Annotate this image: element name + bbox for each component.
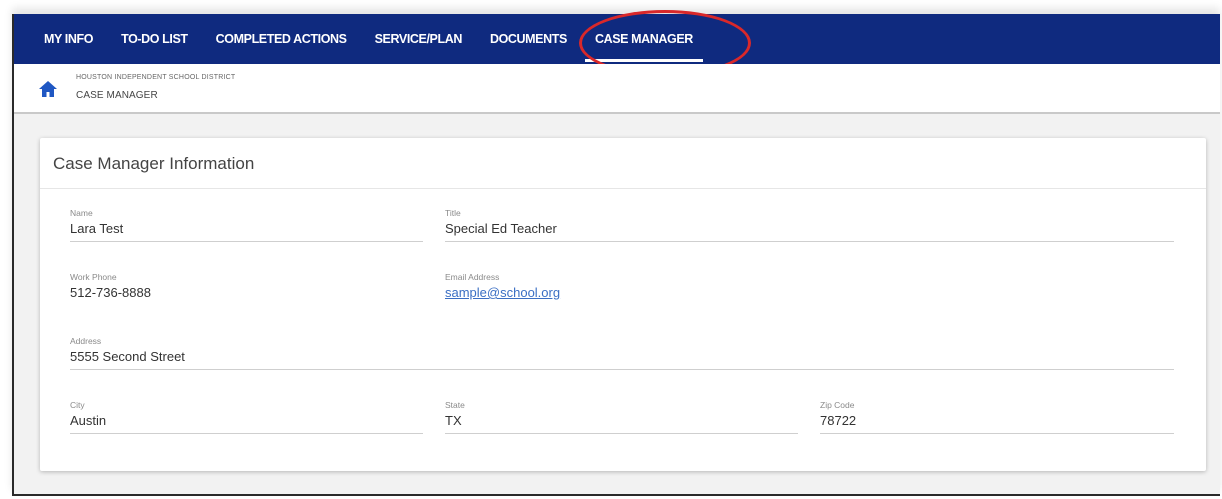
title-field: Title Special Ed Teacher	[445, 208, 1174, 242]
name-field: Name Lara Test	[70, 208, 423, 242]
zip-code-label: Zip Code	[820, 400, 855, 410]
address-field: Address 5555 Second Street	[70, 336, 1174, 370]
city-field: City Austin	[70, 400, 423, 434]
work-phone-value: 512-736-8888	[70, 285, 151, 300]
name-value: Lara Test	[70, 221, 423, 242]
nav-completed-actions[interactable]: COMPLETED ACTIONS	[202, 32, 361, 46]
nav-case-manager[interactable]: CASE MANAGER	[581, 32, 707, 62]
breadcrumb-current-page: CASE MANAGER	[76, 90, 158, 101]
top-navigation: MY INFO TO-DO LIST COMPLETED ACTIONS SER…	[14, 10, 1220, 76]
address-value: 5555 Second Street	[70, 349, 1174, 370]
title-label: Title	[445, 208, 461, 218]
case-manager-card: Case Manager Information Name Lara Test …	[40, 138, 1206, 471]
state-field: State TX	[445, 400, 798, 434]
breadcrumb-district[interactable]: HOUSTON INDEPENDENT SCHOOL DISTRICT	[76, 74, 235, 81]
work-phone-field: Work Phone 512-736-8888	[70, 272, 423, 305]
app-window: MY INFO TO-DO LIST COMPLETED ACTIONS SER…	[12, 10, 1220, 496]
city-label: City	[70, 400, 85, 410]
email-link[interactable]: sample@school.org	[445, 285, 798, 305]
state-label: State	[445, 400, 465, 410]
nav-my-info[interactable]: MY INFO	[14, 32, 107, 46]
name-label: Name	[70, 208, 93, 218]
home-icon[interactable]	[38, 80, 58, 98]
state-value: TX	[445, 413, 798, 434]
title-value: Special Ed Teacher	[445, 221, 1174, 242]
zip-code-value: 78722	[820, 413, 1174, 434]
email-field: Email Address sample@school.org	[445, 272, 798, 305]
city-value: Austin	[70, 413, 423, 434]
work-phone-label: Work Phone	[70, 272, 117, 282]
breadcrumb: HOUSTON INDEPENDENT SCHOOL DISTRICT CASE…	[14, 64, 1220, 114]
address-label: Address	[70, 336, 102, 346]
email-label: Email Address	[445, 272, 500, 282]
card-divider	[40, 188, 1206, 189]
card-title: Case Manager Information	[53, 154, 255, 173]
nav-documents[interactable]: DOCUMENTS	[476, 32, 581, 46]
nav-to-do-list[interactable]: TO-DO LIST	[107, 32, 202, 46]
nav-service-plan[interactable]: SERVICE/PLAN	[361, 32, 476, 46]
zip-code-field: Zip Code 78722	[820, 400, 1174, 434]
